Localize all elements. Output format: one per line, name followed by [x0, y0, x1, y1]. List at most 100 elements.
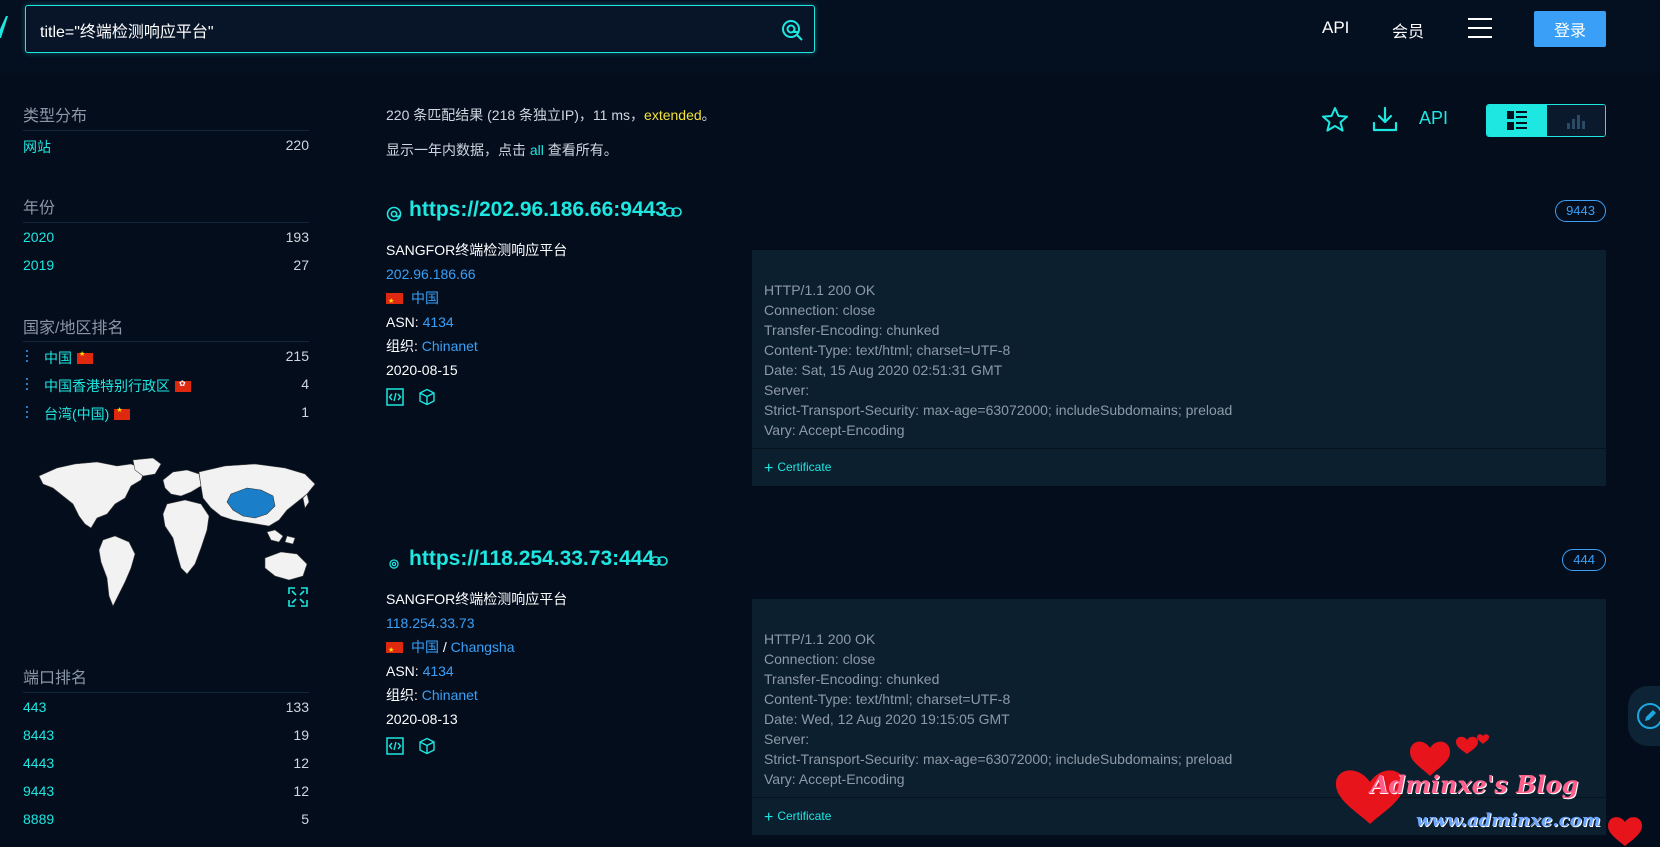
banner-text: HTTP/1.1 200 OK Connection: close Transf…: [764, 631, 1233, 787]
result-location: 中国: [386, 286, 716, 314]
facet-item-type[interactable]: 网站 220: [23, 137, 309, 157]
world-map[interactable]: [35, 458, 325, 613]
facet-item-year[interactable]: 2020 193: [23, 229, 309, 249]
asn-link[interactable]: 4134: [423, 663, 454, 679]
facet-item-port[interactable]: 8443 19: [23, 727, 309, 747]
star-icon[interactable]: [1321, 106, 1349, 134]
facet-item-count: 1: [301, 404, 309, 420]
org-label: 组织:: [386, 338, 418, 354]
code-icon[interactable]: [386, 737, 404, 756]
city-link[interactable]: Changsha: [451, 639, 515, 655]
facet-item-label[interactable]: 2019: [23, 257, 54, 273]
facet-item-count: 220: [285, 137, 309, 153]
result-url-link[interactable]: https://202.96.186.66:9443: [409, 198, 667, 222]
result-actions: [386, 384, 716, 408]
api-link[interactable]: API: [1419, 108, 1448, 129]
port-badge[interactable]: 444: [1562, 549, 1606, 571]
facet-item-label[interactable]: 中国香港特别行政区: [44, 376, 191, 396]
result-info: SANGFOR终端检测响应平台 118.254.33.73 中国 / Chang…: [386, 587, 716, 757]
chart-view-button[interactable]: [1547, 105, 1605, 136]
facet-item-port[interactable]: 4443 12: [23, 755, 309, 775]
org-link[interactable]: Chinanet: [422, 338, 478, 354]
org-link[interactable]: Chinanet: [422, 687, 478, 703]
facet-item-year[interactable]: 2019 27: [23, 257, 309, 277]
facet-title-year: 年份: [23, 200, 56, 217]
result-ip-link[interactable]: 202.96.186.66: [386, 266, 476, 282]
expand-icon[interactable]: [287, 586, 309, 608]
code-icon[interactable]: [386, 388, 404, 407]
divider: [23, 222, 309, 223]
certificate-toggle[interactable]: + Certificate: [764, 809, 831, 827]
nav-api-link[interactable]: API: [1322, 18, 1349, 38]
facet-item-label[interactable]: 4443: [23, 755, 54, 771]
certificate-label: Certificate: [777, 460, 832, 474]
facet-item-label[interactable]: 中国: [44, 348, 93, 368]
facet-item-label[interactable]: 网站: [23, 137, 51, 157]
facet-item-port[interactable]: 8889 5: [23, 811, 309, 831]
extended-link[interactable]: extended: [644, 107, 702, 123]
link-icon[interactable]: [664, 206, 682, 218]
facet-title-country: 国家/地区排名: [23, 320, 124, 337]
result-card: https://202.96.186.66:9443 9443 SANGFOR终…: [386, 198, 1606, 488]
certificate-toggle[interactable]: + Certificate: [764, 460, 831, 478]
link-icon[interactable]: [650, 555, 668, 567]
result-url-link[interactable]: https://118.254.33.73:444: [409, 547, 654, 571]
nav-member-link[interactable]: 会员: [1392, 18, 1424, 42]
country-link[interactable]: 中国: [411, 290, 439, 306]
more-options-icon[interactable]: [26, 350, 29, 363]
view-toggle: [1486, 104, 1606, 137]
hamburger-menu-icon[interactable]: [1468, 18, 1492, 40]
facet-item-port[interactable]: 9443 12: [23, 783, 309, 803]
summary-end: 。: [701, 107, 716, 123]
logo-icon[interactable]: [0, 14, 12, 40]
at-sign-icon: [389, 559, 399, 569]
location-separator: /: [439, 639, 451, 655]
hongkong-flag-icon: [175, 379, 191, 392]
asn-link[interactable]: 4134: [423, 314, 454, 330]
divider: [23, 130, 309, 131]
facet-item-label[interactable]: 2020: [23, 229, 54, 245]
facet-title-type: 类型分布: [23, 108, 88, 125]
hint-text: 显示一年内数据，点击: [386, 142, 530, 158]
cube-icon[interactable]: [418, 388, 436, 406]
watermark-url: www.adminxe.com: [1416, 810, 1601, 831]
facet-item-port[interactable]: 443 133: [23, 699, 309, 719]
facet-item-label[interactable]: 9443: [23, 783, 54, 799]
list-view-button[interactable]: [1487, 105, 1547, 136]
result-org: 组织: Chinanet: [386, 683, 716, 707]
facet-item-label[interactable]: 8889: [23, 811, 54, 827]
banner-text: HTTP/1.1 200 OK Connection: close Transf…: [764, 282, 1233, 438]
facet-item-label[interactable]: 443: [23, 699, 46, 715]
cube-icon[interactable]: [418, 737, 436, 755]
result-title: SANGFOR终端检测响应平台: [386, 591, 568, 607]
facet-item-label[interactable]: 8443: [23, 727, 54, 743]
show-all-link[interactable]: all: [530, 142, 544, 158]
facet-item-country[interactable]: 台湾(中国) 1: [23, 404, 309, 424]
facet-item-count: 12: [293, 755, 309, 771]
facet-item-label[interactable]: 台湾(中国): [44, 404, 131, 424]
result-location: 中国 / Changsha: [386, 635, 716, 663]
at-sign-icon: [386, 206, 402, 222]
result-title: SANGFOR终端检测响应平台: [386, 242, 568, 258]
more-options-icon[interactable]: [26, 378, 29, 391]
login-button[interactable]: 登录: [1534, 11, 1606, 47]
watermark: Adminxe's Blog www.adminxe.com: [1330, 722, 1660, 847]
facet-item-country[interactable]: 中国香港特别行政区 4: [23, 376, 309, 396]
asn-label: ASN:: [386, 314, 419, 330]
facet-item-count: 19: [293, 727, 309, 743]
result-actions: [386, 733, 716, 757]
divider: [752, 448, 1606, 449]
asn-label: ASN:: [386, 663, 419, 679]
search-box: [25, 5, 815, 53]
search-input[interactable]: [40, 16, 760, 44]
top-bar: API 会员 登录: [0, 0, 1660, 73]
result-ip-link[interactable]: 118.254.33.73: [386, 615, 475, 631]
time-range-hint: 显示一年内数据，点击 all 查看所有。: [386, 140, 618, 160]
facet-item-country[interactable]: 中国 215: [23, 348, 309, 368]
port-badge[interactable]: 9443: [1555, 200, 1606, 222]
country-link[interactable]: 中国: [411, 639, 439, 655]
more-options-icon[interactable]: [26, 406, 29, 419]
search-icon[interactable]: [780, 18, 804, 42]
watermark-title: Adminxe's Blog: [1370, 770, 1579, 799]
download-icon[interactable]: [1371, 105, 1399, 133]
